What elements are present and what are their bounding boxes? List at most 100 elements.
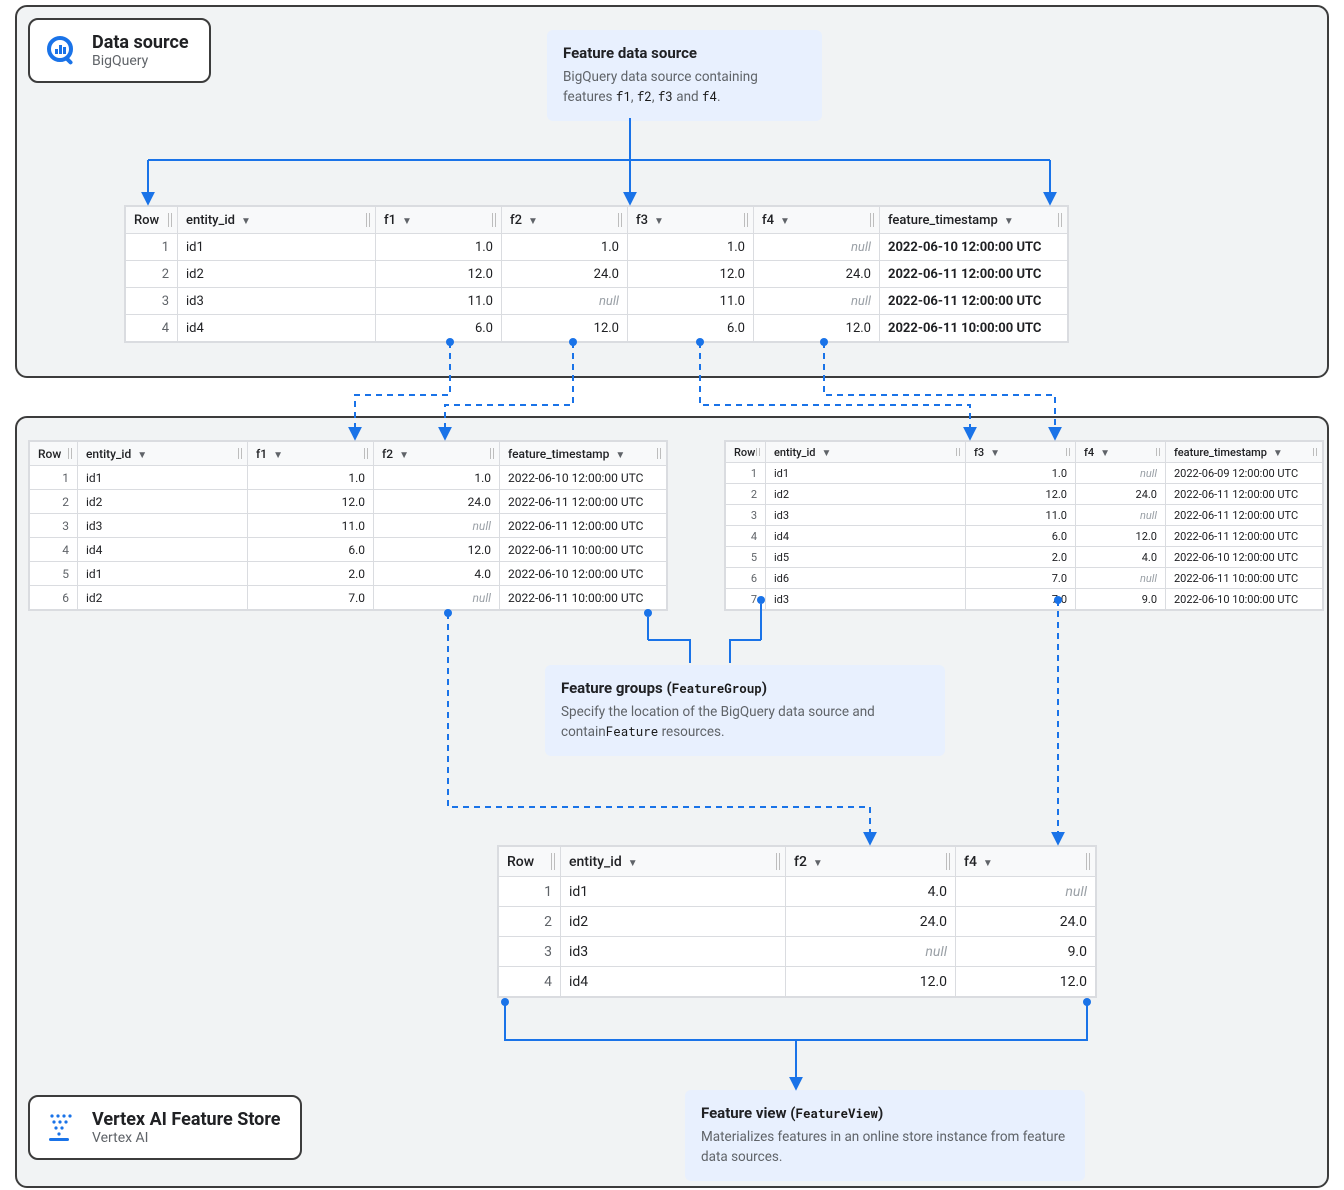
column-resize-handle[interactable] (1058, 213, 1064, 227)
column-header-feature_timestamp[interactable]: feature_timestamp▼ (1166, 442, 1323, 463)
column-header-f2[interactable]: f2▼ (502, 207, 628, 234)
column-resize-handle[interactable] (238, 448, 244, 459)
column-header-row: Row (126, 207, 178, 234)
table-cell: id3 (78, 514, 248, 538)
table-cell: null (956, 877, 1096, 907)
column-resize-handle[interactable] (1156, 448, 1162, 456)
table-row: 6id67.0null2022-06-11 10:00:00 UTC (726, 568, 1323, 589)
table-cell: 11.0 (376, 288, 502, 315)
column-resize-handle[interactable] (756, 448, 762, 456)
table-cell: 2022-06-11 10:00:00 UTC (1166, 568, 1323, 589)
bq-source-table: Rowentity_id▼f1▼f2▼f3▼f4▼feature_timesta… (124, 205, 1069, 343)
table-cell: 2022-06-11 12:00:00 UTC (500, 514, 667, 538)
table-cell: 12.0 (374, 538, 500, 562)
column-resize-handle[interactable] (956, 448, 962, 456)
callout-title: Feature view (FeatureView) (701, 1104, 1069, 1122)
column-header-f3[interactable]: f3▼ (966, 442, 1076, 463)
column-resize-handle[interactable] (744, 213, 750, 227)
table-cell: 6 (726, 568, 766, 589)
sort-icon: ▼ (273, 450, 283, 461)
column-resize-handle[interactable] (1086, 853, 1092, 870)
table-row: 6id27.0null2022-06-11 10:00:00 UTC (30, 586, 667, 610)
table-cell: id4 (561, 967, 786, 997)
table-row: 4id46.012.02022-06-11 12:00:00 UTC (726, 526, 1323, 547)
table-cell: 2022-06-11 12:00:00 UTC (880, 288, 1068, 315)
table-cell: 24.0 (502, 261, 628, 288)
sort-icon: ▼ (813, 858, 823, 869)
table-cell: null (1076, 463, 1166, 484)
table-cell: id1 (561, 877, 786, 907)
table-cell: id2 (178, 261, 376, 288)
callout-body: Materializes features in an online store… (701, 1128, 1069, 1167)
sort-icon: ▼ (402, 216, 412, 227)
column-header-f4[interactable]: f4▼ (956, 847, 1096, 877)
table-cell: 12.0 (786, 967, 956, 997)
table-cell: id3 (561, 937, 786, 967)
column-resize-handle[interactable] (68, 448, 74, 459)
column-header-feature_timestamp[interactable]: feature_timestamp▼ (880, 207, 1068, 234)
table-cell: 4.0 (1076, 547, 1166, 568)
table-cell: 2022-06-11 12:00:00 UTC (880, 261, 1068, 288)
column-resize-handle[interactable] (490, 448, 496, 459)
column-resize-handle[interactable] (168, 213, 174, 227)
column-resize-handle[interactable] (364, 448, 370, 459)
column-resize-handle[interactable] (776, 853, 782, 870)
table-cell: 4 (126, 315, 178, 342)
column-header-entity_id[interactable]: entity_id▼ (78, 442, 248, 466)
table-cell: 2.0 (248, 562, 374, 586)
column-header-f3[interactable]: f3▼ (628, 207, 754, 234)
table-cell: id6 (766, 568, 966, 589)
sort-icon: ▼ (399, 450, 409, 461)
column-header-entity_id[interactable]: entity_id▼ (178, 207, 376, 234)
column-header-f4[interactable]: f4▼ (754, 207, 880, 234)
column-header-entity_id[interactable]: entity_id▼ (561, 847, 786, 877)
table-row: 7id37.09.02022-06-10 10:00:00 UTC (726, 589, 1323, 610)
table-cell: 4 (30, 538, 78, 562)
column-resize-handle[interactable] (946, 853, 952, 870)
column-header-f2[interactable]: f2▼ (786, 847, 956, 877)
column-resize-handle[interactable] (1313, 448, 1319, 456)
column-header-f1[interactable]: f1▼ (248, 442, 374, 466)
table-row: 4id412.012.0 (499, 967, 1096, 997)
sort-icon: ▼ (1004, 216, 1014, 227)
sort-icon: ▼ (528, 216, 538, 227)
table-cell: id3 (766, 589, 966, 610)
column-resize-handle[interactable] (1066, 448, 1072, 456)
bigquery-icon (44, 33, 80, 69)
table-row: 2id212.024.012.024.02022-06-11 12:00:00 … (126, 261, 1068, 288)
callout-title: Feature groups (FeatureGroup) (561, 679, 929, 697)
table-cell: null (374, 586, 500, 610)
table-cell: 2022-06-09 12:00:00 UTC (1166, 463, 1323, 484)
table-cell: 4 (726, 526, 766, 547)
column-resize-handle[interactable] (551, 853, 557, 870)
column-resize-handle[interactable] (366, 213, 372, 227)
table-row: 5id12.04.02022-06-10 12:00:00 UTC (30, 562, 667, 586)
feature-group-right-table: Rowentity_id▼f3▼f4▼feature_timestamp▼1id… (724, 440, 1324, 611)
table-row: 2id212.024.02022-06-11 12:00:00 UTC (30, 490, 667, 514)
feature-data-source-callout: Feature data source BigQuery data source… (547, 30, 822, 121)
vertex-ai-icon (44, 1110, 80, 1146)
column-header-feature_timestamp[interactable]: feature_timestamp▼ (500, 442, 667, 466)
column-resize-handle[interactable] (657, 448, 663, 459)
feature-group-left-table: Rowentity_id▼f1▼f2▼feature_timestamp▼1id… (28, 440, 668, 611)
column-header-entity_id[interactable]: entity_id▼ (766, 442, 966, 463)
table-cell: 2022-06-10 12:00:00 UTC (500, 562, 667, 586)
table-row: 3id311.0null11.0null2022-06-11 12:00:00 … (126, 288, 1068, 315)
column-resize-handle[interactable] (618, 213, 624, 227)
table-cell: id1 (766, 463, 966, 484)
table-cell: 1.0 (502, 234, 628, 261)
column-header-f4[interactable]: f4▼ (1076, 442, 1166, 463)
table-cell: id2 (561, 907, 786, 937)
column-resize-handle[interactable] (870, 213, 876, 227)
column-header-f1[interactable]: f1▼ (376, 207, 502, 234)
table-cell: 7.0 (966, 589, 1076, 610)
column-header-f2[interactable]: f2▼ (374, 442, 500, 466)
sort-icon: ▼ (1273, 448, 1283, 459)
sort-icon: ▼ (628, 858, 638, 869)
table-cell: 5 (30, 562, 78, 586)
table-cell: 12.0 (754, 315, 880, 342)
table-cell: 11.0 (248, 514, 374, 538)
sort-icon: ▼ (780, 216, 790, 227)
table-cell: 12.0 (956, 967, 1096, 997)
column-resize-handle[interactable] (492, 213, 498, 227)
